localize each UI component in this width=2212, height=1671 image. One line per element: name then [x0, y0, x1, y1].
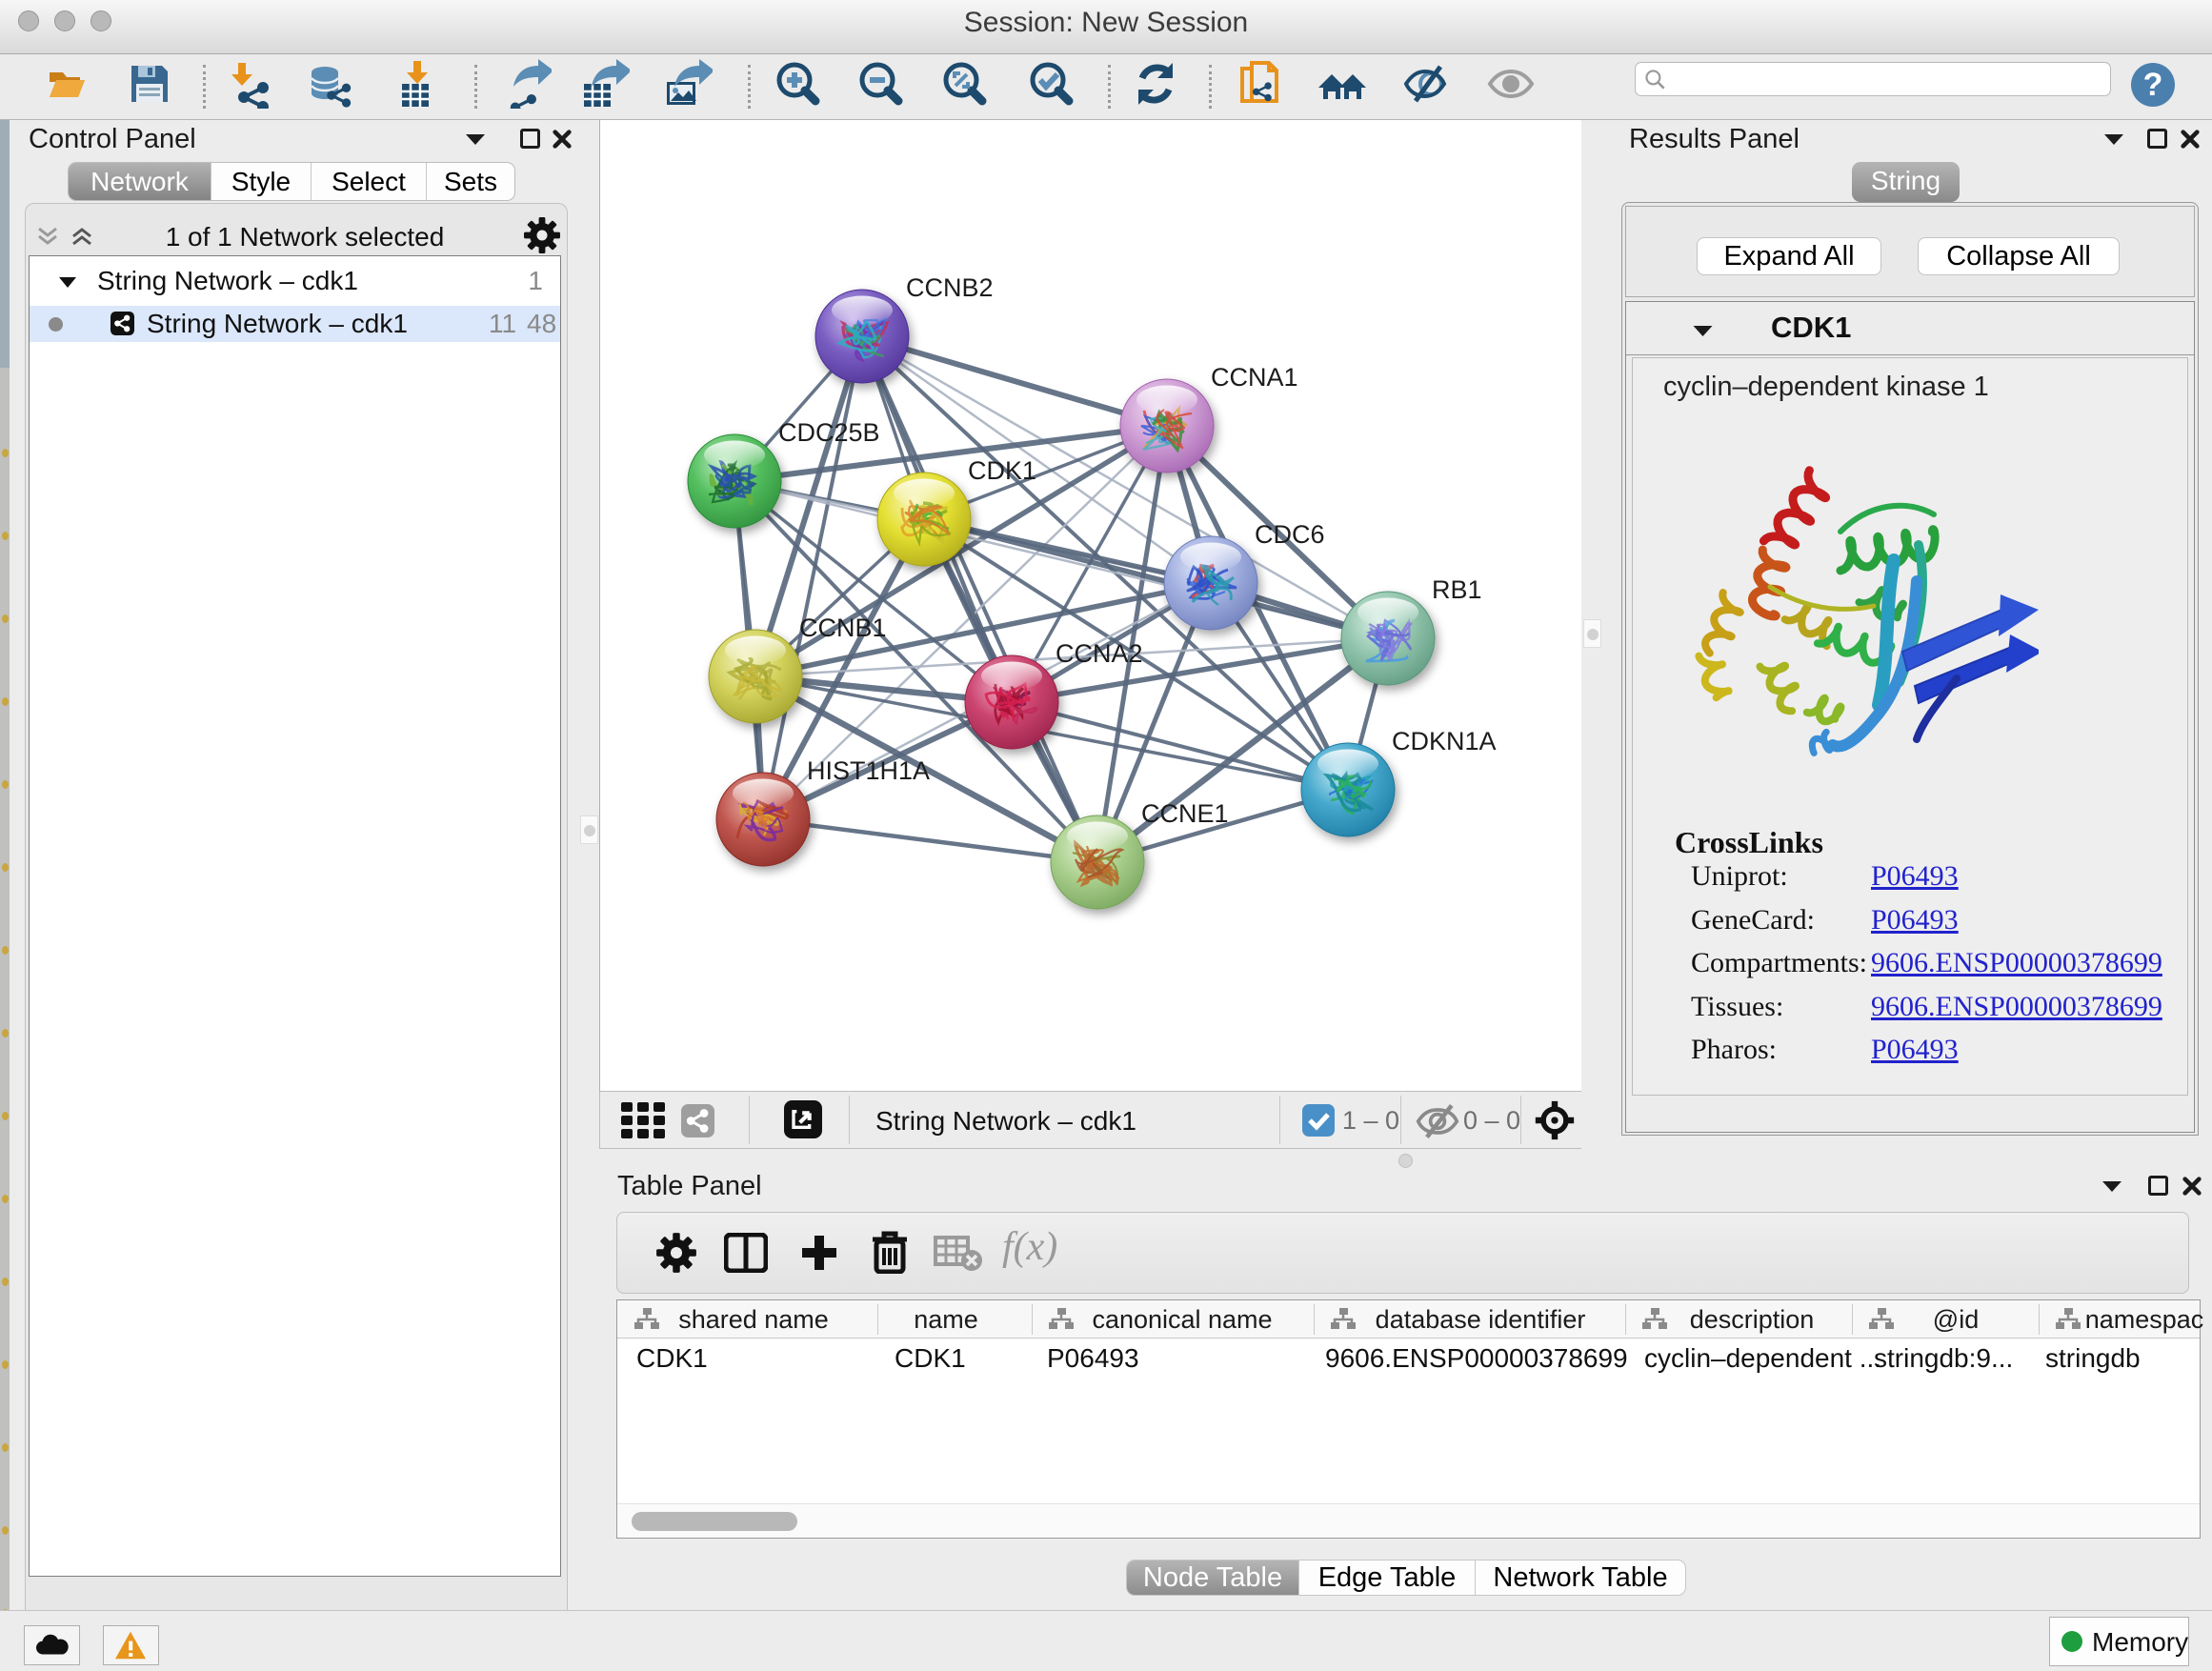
- svg-text:CCNB1: CCNB1: [799, 614, 887, 642]
- svg-text:CCNA1: CCNA1: [1211, 363, 1298, 392]
- svg-text:HIST1H1A: HIST1H1A: [807, 756, 930, 785]
- svg-text:CCNB2: CCNB2: [906, 273, 994, 302]
- svg-text:RB1: RB1: [1432, 575, 1482, 604]
- svg-text:CCNA2: CCNA2: [1056, 639, 1143, 668]
- svg-text:CDKN1A: CDKN1A: [1392, 727, 1497, 755]
- svg-text:CDC25B: CDC25B: [778, 418, 880, 447]
- svg-text:CCNE1: CCNE1: [1141, 799, 1229, 828]
- svg-text:CDC6: CDC6: [1255, 520, 1325, 549]
- svg-text:CDK1: CDK1: [968, 456, 1036, 485]
